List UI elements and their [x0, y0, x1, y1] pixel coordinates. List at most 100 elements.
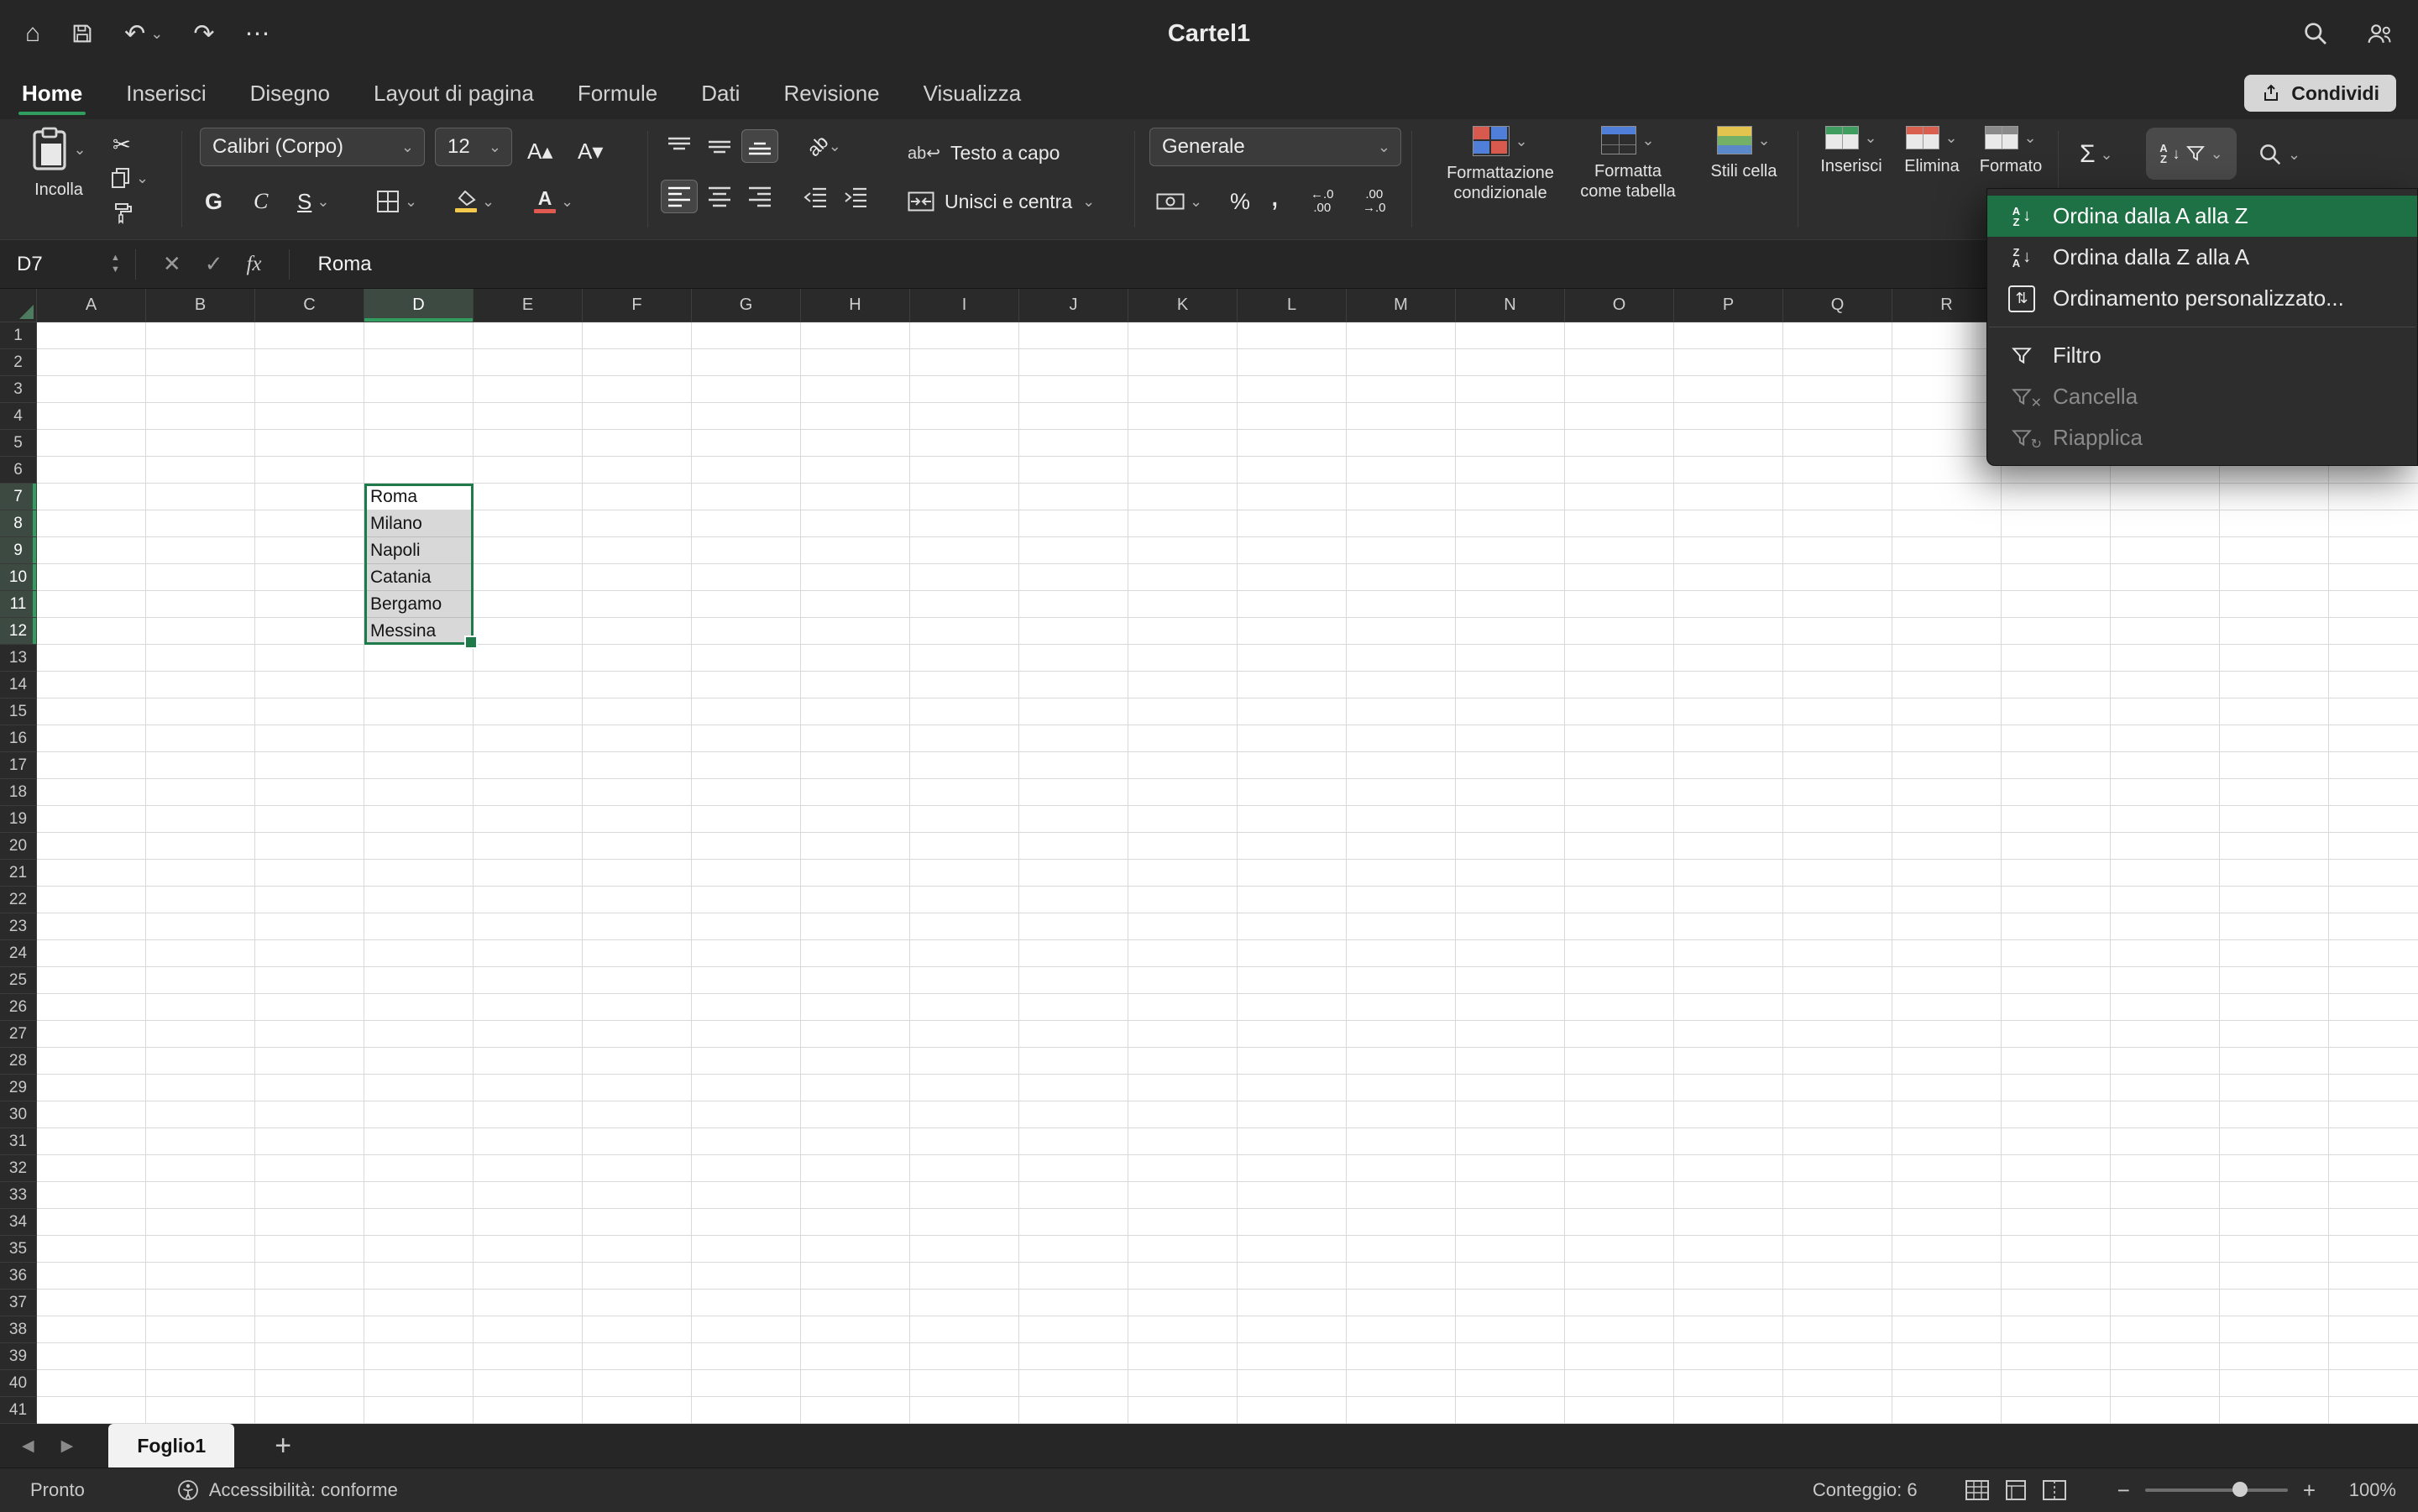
cell-C29[interactable] — [255, 1075, 364, 1101]
cell-J30[interactable] — [1019, 1101, 1128, 1128]
cell-N33[interactable] — [1456, 1182, 1565, 1209]
cell-M18[interactable] — [1347, 779, 1456, 806]
cell-N10[interactable] — [1456, 564, 1565, 591]
cell-K11[interactable] — [1128, 591, 1238, 618]
cell-P37[interactable] — [1674, 1290, 1783, 1316]
cell-D12[interactable]: Messina — [364, 618, 474, 645]
cell-V26[interactable] — [2329, 994, 2418, 1021]
cell-E2[interactable] — [474, 349, 583, 376]
cell-Q5[interactable] — [1783, 430, 1892, 457]
cell-H21[interactable] — [801, 860, 910, 887]
align-bottom-button[interactable] — [741, 129, 778, 163]
cell-L9[interactable] — [1238, 537, 1347, 564]
cell-H18[interactable] — [801, 779, 910, 806]
cell-B27[interactable] — [146, 1021, 255, 1048]
tab-inserisci[interactable]: Inserisci — [104, 67, 228, 119]
cell-Q40[interactable] — [1783, 1370, 1892, 1397]
cell-J5[interactable] — [1019, 430, 1128, 457]
cell-J28[interactable] — [1019, 1048, 1128, 1075]
cell-D17[interactable] — [364, 752, 474, 779]
cell-D1[interactable] — [364, 322, 474, 349]
cell-C30[interactable] — [255, 1101, 364, 1128]
cell-E10[interactable] — [474, 564, 583, 591]
cell-R39[interactable] — [1892, 1343, 2002, 1370]
row-header-12[interactable]: 12 — [0, 618, 37, 645]
cell-C38[interactable] — [255, 1316, 364, 1343]
cell-R24[interactable] — [1892, 940, 2002, 967]
cell-L21[interactable] — [1238, 860, 1347, 887]
cell-J31[interactable] — [1019, 1128, 1128, 1155]
cell-N32[interactable] — [1456, 1155, 1565, 1182]
delete-cells-button[interactable]: ⌄ Elimina — [1897, 126, 1967, 176]
cell-O38[interactable] — [1565, 1316, 1674, 1343]
cell-C16[interactable] — [255, 725, 364, 752]
cell-C35[interactable] — [255, 1236, 364, 1263]
cell-Q39[interactable] — [1783, 1343, 1892, 1370]
row-header-6[interactable]: 6 — [0, 457, 37, 484]
cell-C15[interactable] — [255, 698, 364, 725]
cell-B8[interactable] — [146, 510, 255, 537]
cell-E14[interactable] — [474, 672, 583, 698]
cell-S15[interactable] — [2002, 698, 2111, 725]
row-header-20[interactable]: 20 — [0, 833, 37, 860]
cell-I11[interactable] — [910, 591, 1019, 618]
cell-U24[interactable] — [2220, 940, 2329, 967]
cell-C14[interactable] — [255, 672, 364, 698]
row-header-34[interactable]: 34 — [0, 1209, 37, 1236]
cell-B2[interactable] — [146, 349, 255, 376]
orientation-button[interactable]: ab ⌄ — [797, 129, 852, 163]
cell-L19[interactable] — [1238, 806, 1347, 833]
cell-L38[interactable] — [1238, 1316, 1347, 1343]
decrease-font-size-button[interactable]: A▾ — [578, 131, 603, 171]
cell-C27[interactable] — [255, 1021, 364, 1048]
cell-F3[interactable] — [583, 376, 692, 403]
cell-P41[interactable] — [1674, 1397, 1783, 1424]
cell-K17[interactable] — [1128, 752, 1238, 779]
cell-J18[interactable] — [1019, 779, 1128, 806]
cell-U22[interactable] — [2220, 887, 2329, 913]
cell-H4[interactable] — [801, 403, 910, 430]
cell-V8[interactable] — [2329, 510, 2418, 537]
cell-R32[interactable] — [1892, 1155, 2002, 1182]
cell-I6[interactable] — [910, 457, 1019, 484]
cell-B36[interactable] — [146, 1263, 255, 1290]
cell-O1[interactable] — [1565, 322, 1674, 349]
cell-J15[interactable] — [1019, 698, 1128, 725]
cell-J23[interactable] — [1019, 913, 1128, 940]
format-as-table-button[interactable]: ⌄ Formatta come tabella — [1573, 126, 1683, 201]
cell-M15[interactable] — [1347, 698, 1456, 725]
cell-Q24[interactable] — [1783, 940, 1892, 967]
cell-Q7[interactable] — [1783, 484, 1892, 510]
cell-M41[interactable] — [1347, 1397, 1456, 1424]
cell-T32[interactable] — [2111, 1155, 2220, 1182]
cell-E21[interactable] — [474, 860, 583, 887]
tab-layout-di-pagina[interactable]: Layout di pagina — [352, 67, 556, 119]
cell-L28[interactable] — [1238, 1048, 1347, 1075]
cell-H16[interactable] — [801, 725, 910, 752]
cell-M23[interactable] — [1347, 913, 1456, 940]
cell-E12[interactable] — [474, 618, 583, 645]
cell-D39[interactable] — [364, 1343, 474, 1370]
cell-F36[interactable] — [583, 1263, 692, 1290]
cell-R18[interactable] — [1892, 779, 2002, 806]
cell-P28[interactable] — [1674, 1048, 1783, 1075]
cell-P22[interactable] — [1674, 887, 1783, 913]
cell-U18[interactable] — [2220, 779, 2329, 806]
cell-V36[interactable] — [2329, 1263, 2418, 1290]
cell-J9[interactable] — [1019, 537, 1128, 564]
cell-V17[interactable] — [2329, 752, 2418, 779]
cell-H35[interactable] — [801, 1236, 910, 1263]
cell-J21[interactable] — [1019, 860, 1128, 887]
cell-S40[interactable] — [2002, 1370, 2111, 1397]
cell-H41[interactable] — [801, 1397, 910, 1424]
cell-I2[interactable] — [910, 349, 1019, 376]
cell-B10[interactable] — [146, 564, 255, 591]
cell-S7[interactable] — [2002, 484, 2111, 510]
cell-B39[interactable] — [146, 1343, 255, 1370]
row-header-40[interactable]: 40 — [0, 1370, 37, 1397]
cell-D40[interactable] — [364, 1370, 474, 1397]
cell-K34[interactable] — [1128, 1209, 1238, 1236]
cell-D31[interactable] — [364, 1128, 474, 1155]
cell-J13[interactable] — [1019, 645, 1128, 672]
cell-G32[interactable] — [692, 1155, 801, 1182]
